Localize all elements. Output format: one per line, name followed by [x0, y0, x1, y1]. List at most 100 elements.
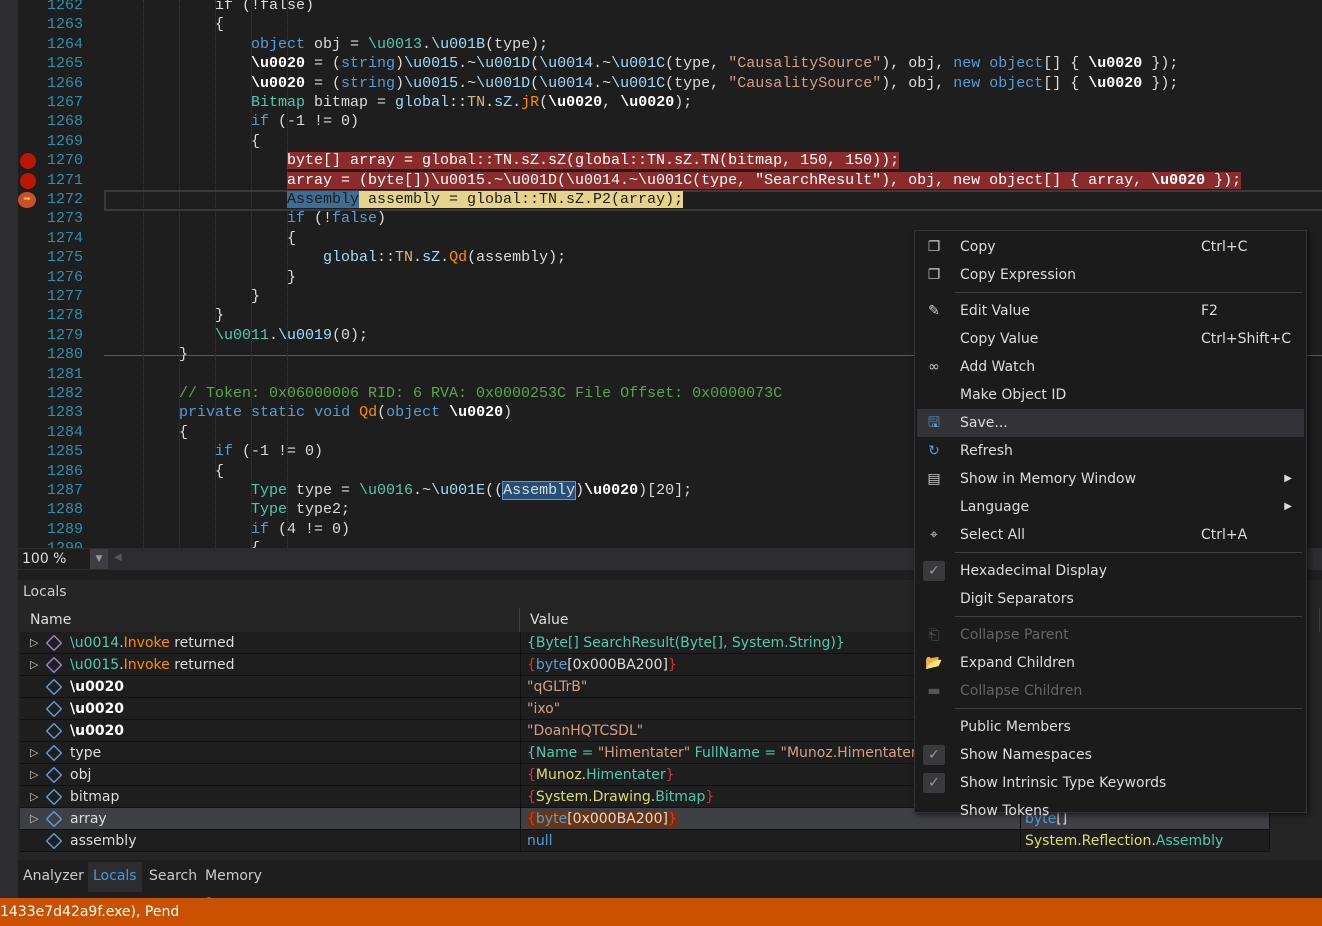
menu-item-save[interactable]: 🖫 Save... [917, 409, 1304, 437]
tab-search[interactable]: Search [144, 862, 202, 892]
code-token: { [215, 462, 225, 480]
code-token: { [179, 423, 189, 441]
menu-item-shortcut: Ctrl+Shift+C [1201, 331, 1291, 347]
line-number: 1268 [46, 113, 83, 131]
code-token: .~ [458, 55, 477, 73]
text-part: assembly [70, 833, 137, 849]
menu-item-digit-separators[interactable]: Digit Separators [917, 585, 1304, 613]
text-part: Invoke [123, 635, 170, 651]
local-name: bitmap [70, 786, 119, 808]
menu-item-show-namespaces[interactable]: ✓ Show Namespaces [917, 741, 1304, 769]
code-line[interactable]: 1270 byte[] array = global::TN.sZ.sZ(glob… [18, 151, 1322, 170]
code-token: . [440, 249, 450, 267]
code-line[interactable]: 1271 array = (byte[])\u0015.~\u001D(\u001… [18, 171, 1322, 190]
code-text: if (-1 != 0) [251, 112, 359, 131]
menu-item-public-members[interactable]: Public Members [917, 713, 1304, 741]
expand-arrow-icon[interactable]: ▷ [30, 632, 38, 654]
line-number: 1269 [46, 132, 83, 150]
menu-item-copy-value[interactable]: Copy Value Ctrl+Shift+C [917, 325, 1304, 353]
text-part: returned [169, 657, 235, 673]
code-token: "CausalitySource" [728, 55, 882, 73]
code-line[interactable]: 1263 { [18, 15, 1322, 34]
code-line[interactable]: 1262 if (!false) [18, 0, 1322, 15]
text-part: "ixo" [527, 701, 561, 717]
menu-item-copy-expression[interactable]: ❐ Copy Expression [917, 261, 1304, 289]
expand-arrow-icon[interactable]: ▷ [30, 808, 38, 830]
code-token: \u001D [476, 74, 531, 92]
menu-item-shortcut: Ctrl+A [1201, 527, 1248, 543]
menu-item-make-object-id[interactable]: Make Object ID [917, 381, 1304, 409]
line-number: 1281 [46, 365, 83, 383]
menu-item-hexadecimal-display[interactable]: ✓ Hexadecimal Display [917, 557, 1304, 585]
code-line[interactable]: 1267 Bitmap bitmap = global::TN.sZ.jR(\u0… [18, 93, 1322, 112]
code-line[interactable]: ➡ 1272 Assembly assembly = global::TN.sZ.P… [18, 190, 1322, 209]
code-token: ) [503, 404, 513, 422]
code-line[interactable]: 1269 { [18, 132, 1322, 151]
code-highlight: { [251, 540, 260, 548]
locals-row[interactable]: assembly null System.Reflection.Assembly [20, 830, 1270, 852]
text-part: {Name = [527, 745, 598, 761]
expand-arrow-icon[interactable]: ▷ [30, 654, 38, 676]
code-highlight: // Token: 0x06000006 RID: 6 RVA: 0x00002… [179, 385, 782, 402]
menu-item-show-tokens[interactable]: Show Tokens [917, 797, 1304, 825]
code-text: \u0011.\u0019(0); [215, 326, 368, 345]
return-value-icon [45, 634, 63, 652]
menu-item-add-watch[interactable]: ∞ Add Watch [917, 353, 1304, 381]
menu-item-label: Show Intrinsic Type Keywords [960, 775, 1167, 791]
menu-item-copy[interactable]: ❐ Copy Ctrl+C [917, 233, 1304, 261]
text-part: \u0015 [70, 657, 120, 673]
menu-item-language[interactable]: Language ▶ [917, 493, 1304, 521]
code-line[interactable]: 1264 object obj = \u0013.\u001B(type); [18, 35, 1322, 54]
code-line[interactable]: 1268 if (-1 != 0) [18, 112, 1322, 131]
expand-arrow-icon[interactable]: ▷ [30, 786, 38, 808]
code-token: Bitmap [251, 94, 306, 111]
line-number: 1290 [18, 539, 83, 548]
code-token: \u0014 [539, 74, 594, 92]
horizontal-scroll-left-icon[interactable]: ◀ [114, 552, 122, 563]
line-number: 1273 [46, 210, 83, 228]
code-highlight: if (-1 != 0) [215, 443, 323, 460]
collapse-parent-icon: ⎗ [928, 627, 940, 643]
code-text: { [251, 539, 260, 548]
code-token: TN [467, 94, 486, 111]
column-header-name[interactable]: Name [20, 608, 520, 632]
line-number: 1271 [46, 171, 83, 189]
expand-arrow-icon[interactable]: ▷ [30, 764, 38, 786]
value-text: "qGLTrB" [527, 679, 587, 695]
menu-item-refresh[interactable]: ↻ Refresh [917, 437, 1304, 465]
menu-item-select-all[interactable]: ⌖ Select All Ctrl+A [917, 521, 1304, 549]
menu-item-show-intrinsic-type-keywords[interactable]: ✓ Show Intrinsic Type Keywords [917, 769, 1304, 797]
code-line[interactable]: 1266 \u0020 = (string)\u0015.~\u001D(\u00… [18, 74, 1322, 93]
tab-locals[interactable]: Locals [88, 862, 142, 892]
zoom-level[interactable]: 100 % [18, 549, 90, 569]
code-token: \u001D [476, 55, 531, 73]
menu-item-edit-value[interactable]: ✎ Edit Value F2 [917, 297, 1304, 325]
menu-item-collapse-children: ▬ Collapse Children [917, 677, 1304, 705]
tab-analyzer[interactable]: Analyzer [18, 862, 89, 892]
menu-item-expand-children[interactable]: 📂 Expand Children [917, 649, 1304, 677]
code-token: if [287, 210, 306, 228]
code-token: ( [530, 74, 540, 92]
code-line[interactable]: 1273 if (!false) [18, 209, 1322, 228]
code-text: \u0020 = (string)\u0015.~\u001D(\u0014.~… [251, 54, 1178, 73]
tab-memory-1[interactable]: Memory 1 [200, 862, 267, 912]
code-line[interactable]: 1265 \u0020 = (string)\u0015.~\u001D(\u00… [18, 54, 1322, 73]
menu-item-label: Copy Value [960, 331, 1039, 347]
code-token: Type [251, 482, 288, 499]
code-text: { [179, 423, 188, 442]
menu-item-show-in-memory-window[interactable]: ▤ Show in Memory Window ▶ [917, 465, 1304, 493]
code-token: } [287, 268, 297, 286]
local-value[interactable]: null [520, 830, 1020, 852]
text-part: } [667, 657, 677, 673]
expand-arrow-icon[interactable]: ▷ [30, 742, 38, 764]
copy-icon: ❐ [927, 239, 941, 255]
context-menu: ❐ Copy Ctrl+C ❐ Copy Expression ✎ Edit Value F2… [914, 230, 1307, 819]
line-number: 1276 [46, 268, 83, 286]
local-variable-icon [45, 700, 63, 718]
zoom-dropdown-chevron-icon[interactable]: ▼ [90, 549, 108, 569]
code-text: if (-1 != 0) [215, 442, 323, 461]
line-number: 1267 [46, 94, 83, 111]
code-token: .~ [458, 74, 477, 92]
